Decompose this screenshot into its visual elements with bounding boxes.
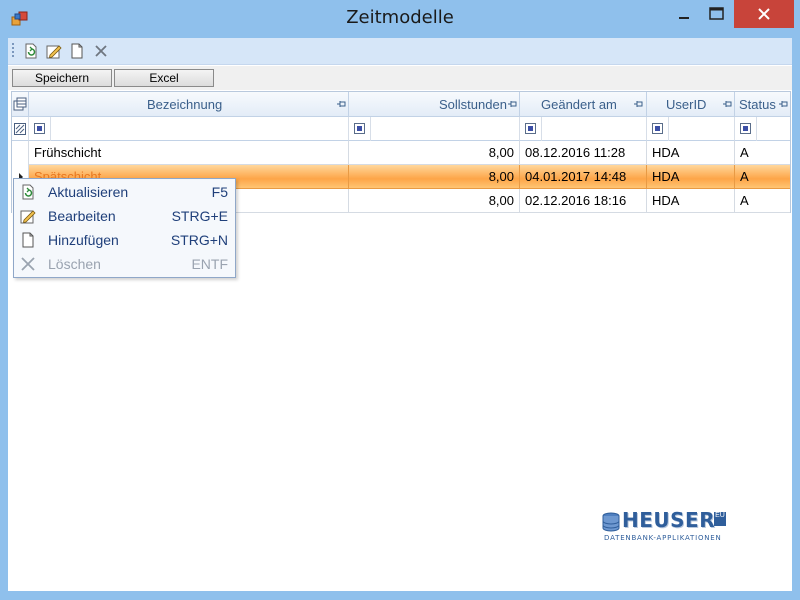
filter-operator-icon[interactable]: [740, 123, 751, 134]
menu-item-shortcut: STRG+N: [170, 232, 228, 248]
delete-icon: [21, 257, 35, 271]
clear-filter-icon[interactable]: [14, 123, 26, 135]
client-area: Speichern Excel Bezeichnung Sollstunden: [8, 38, 792, 591]
menu-item-label: Löschen: [48, 256, 101, 272]
column-header-label: Sollstunden: [439, 97, 507, 112]
menu-item-shortcut: ENTF: [191, 256, 228, 272]
menu-item-loeschen[interactable]: Löschen ENTF: [14, 252, 235, 276]
refresh-icon: [22, 184, 34, 200]
menu-item-hinzufuegen[interactable]: Hinzufügen STRG+N: [14, 228, 235, 252]
cell-sollstunden[interactable]: 8,00: [349, 141, 520, 165]
save-button[interactable]: Speichern: [12, 69, 112, 87]
column-header-userid[interactable]: UserID: [647, 92, 735, 117]
filter-sollstunden[interactable]: [349, 117, 520, 141]
filter-userid[interactable]: [647, 117, 735, 141]
new-document-icon: [22, 232, 34, 248]
cell-geaendert[interactable]: 04.01.2017 14:48: [520, 165, 647, 189]
column-chooser-cell[interactable]: [12, 92, 29, 117]
filter-status[interactable]: [735, 117, 790, 141]
pin-icon[interactable]: [779, 100, 788, 108]
filter-bezeichnung[interactable]: [29, 117, 349, 141]
toolbar-grip[interactable]: [12, 43, 14, 59]
column-chooser-icon[interactable]: [13, 97, 28, 111]
menu-item-label: Bearbeiten: [48, 208, 116, 224]
cell-geaendert[interactable]: 02.12.2016 18:16: [520, 189, 647, 213]
cell-sollstunden[interactable]: 8,00: [349, 189, 520, 213]
column-header-label: UserID: [666, 97, 707, 112]
cell-status[interactable]: A: [735, 141, 790, 165]
filter-operator-icon[interactable]: [525, 123, 536, 134]
context-menu: Aktualisieren F5 Bearbeiten STRG+E Hinzu…: [13, 178, 236, 278]
row-selector[interactable]: [12, 141, 29, 165]
column-header-bezeichnung[interactable]: Bezeichnung: [29, 92, 349, 117]
column-header-label: Geändert am: [541, 97, 617, 112]
maximize-button[interactable]: [700, 0, 734, 28]
clear-filter-cell[interactable]: [12, 117, 29, 141]
menu-item-bearbeiten[interactable]: Bearbeiten STRG+E: [14, 204, 235, 228]
toolbar: [8, 38, 792, 65]
logo-tld: EU: [714, 512, 726, 526]
cell-geaendert[interactable]: 08.12.2016 11:28: [520, 141, 647, 165]
menu-item-label: Aktualisieren: [48, 184, 129, 200]
menu-item-aktualisieren[interactable]: Aktualisieren F5: [14, 180, 235, 204]
application-window: Zeitmodelle Speichern Excel Bezeichnung …: [0, 0, 800, 600]
menu-item-shortcut: STRG+E: [171, 208, 228, 224]
column-header-label: Status: [739, 97, 776, 112]
close-button[interactable]: [734, 0, 794, 28]
column-header-geaendert[interactable]: Geändert am: [520, 92, 647, 117]
filter-geaendert[interactable]: [520, 117, 647, 141]
cell-sollstunden[interactable]: 8,00: [349, 165, 520, 189]
new-document-icon[interactable]: [68, 42, 86, 60]
excel-button[interactable]: Excel: [114, 69, 214, 87]
column-header-label: Bezeichnung: [147, 97, 223, 112]
table-row[interactable]: Frühschicht 8,00 08.12.2016 11:28 HDA A: [12, 141, 790, 165]
filter-operator-icon[interactable]: [354, 123, 365, 134]
delete-icon[interactable]: [92, 42, 110, 60]
cell-status[interactable]: A: [735, 165, 790, 189]
cell-userid[interactable]: HDA: [647, 165, 735, 189]
filter-operator-icon[interactable]: [652, 123, 663, 134]
heuser-logo: HEUSER EU DATENBANK-APPLIKATIONEN: [602, 508, 727, 548]
cell-userid[interactable]: HDA: [647, 141, 735, 165]
pin-icon[interactable]: [508, 100, 517, 108]
column-header-sollstunden[interactable]: Sollstunden: [349, 92, 520, 117]
cell-userid[interactable]: HDA: [647, 189, 735, 213]
pin-icon[interactable]: [723, 100, 732, 108]
filter-operator-icon[interactable]: [34, 123, 45, 134]
menu-item-shortcut: F5: [211, 184, 228, 200]
cell-status[interactable]: A: [735, 189, 790, 213]
database-icon: [602, 512, 620, 532]
logo-tagline: DATENBANK-APPLIKATIONEN: [604, 534, 722, 542]
refresh-icon[interactable]: [22, 42, 40, 60]
edit-icon[interactable]: [45, 42, 63, 60]
column-header-status[interactable]: Status: [735, 92, 790, 117]
logo-name: HEUSER: [622, 508, 716, 532]
pin-icon[interactable]: [634, 100, 643, 108]
cell-bezeichnung[interactable]: Frühschicht: [29, 141, 349, 165]
button-bar: Speichern Excel: [8, 66, 792, 90]
pin-icon[interactable]: [337, 100, 346, 108]
menu-item-label: Hinzufügen: [48, 232, 119, 248]
edit-icon: [20, 210, 36, 224]
title-bar[interactable]: Zeitmodelle: [0, 0, 800, 38]
